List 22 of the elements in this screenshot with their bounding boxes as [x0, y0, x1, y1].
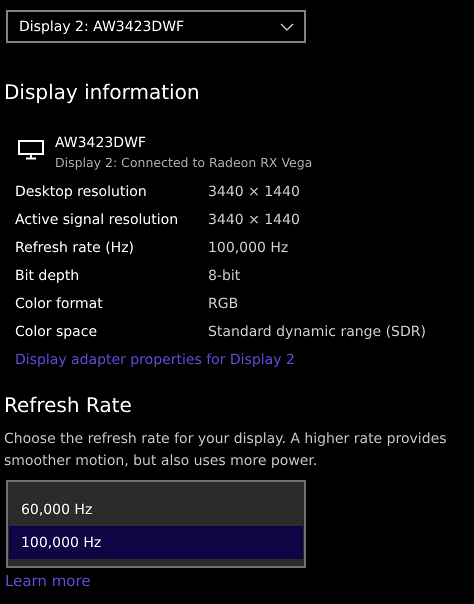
- display-dropdown[interactable]: Display 2: AW3423DWF: [6, 10, 306, 43]
- refresh-rate-option[interactable]: 100,000 Hz: [9, 526, 303, 559]
- property-value: 8-bit: [208, 268, 242, 284]
- monitor-connection: Display 2: Connected to Radeon RX Vega: [55, 154, 312, 172]
- refresh-rate-option[interactable]: 60,000 Hz: [9, 493, 303, 526]
- section-heading: Refresh Rate: [4, 392, 133, 418]
- property-label: Bit depth: [15, 268, 80, 284]
- monitor-icon: [18, 140, 44, 160]
- property-value: RGB: [208, 296, 240, 312]
- property-value: Standard dynamic range (SDR): [208, 324, 427, 340]
- property-label: Active signal resolution: [15, 212, 180, 228]
- property-value: 100,000 Hz: [208, 240, 290, 256]
- monitor-name: AW3423DWF: [55, 134, 147, 153]
- section-heading: Display information: [4, 79, 201, 105]
- description-text: Choose the refresh rate for your display. A higher rate provides smoother motion, but also uses more power.: [4, 430, 448, 471]
- property-value: 3440 × 1440: [208, 212, 301, 228]
- property-label: Desktop resolution: [15, 184, 148, 200]
- property-label: Refresh rate (Hz): [15, 240, 136, 256]
- property-value: 3440 × 1440: [208, 184, 301, 200]
- property-label: Color format: [15, 296, 104, 312]
- property-label: Color space: [15, 324, 98, 340]
- chevron-down-icon: [280, 22, 294, 30]
